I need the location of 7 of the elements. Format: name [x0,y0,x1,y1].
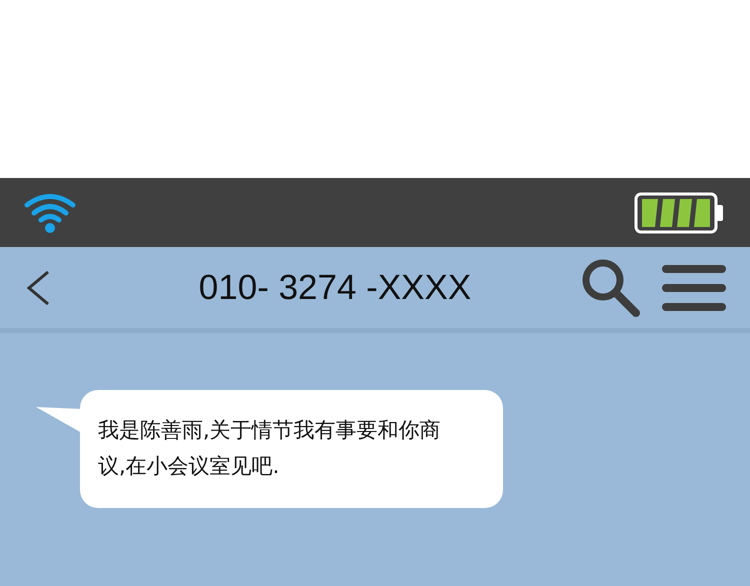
search-icon[interactable] [580,256,642,318]
wifi-icon [24,192,76,234]
back-icon[interactable] [26,270,50,306]
message-text: 我是陈善雨,关于情节我有事要和你商议,在小会议室见吧. [98,417,442,480]
phone-number-title: 010- 3274 -XXXX [198,268,472,308]
battery-icon [634,192,726,234]
menu-icon[interactable] [662,264,726,312]
